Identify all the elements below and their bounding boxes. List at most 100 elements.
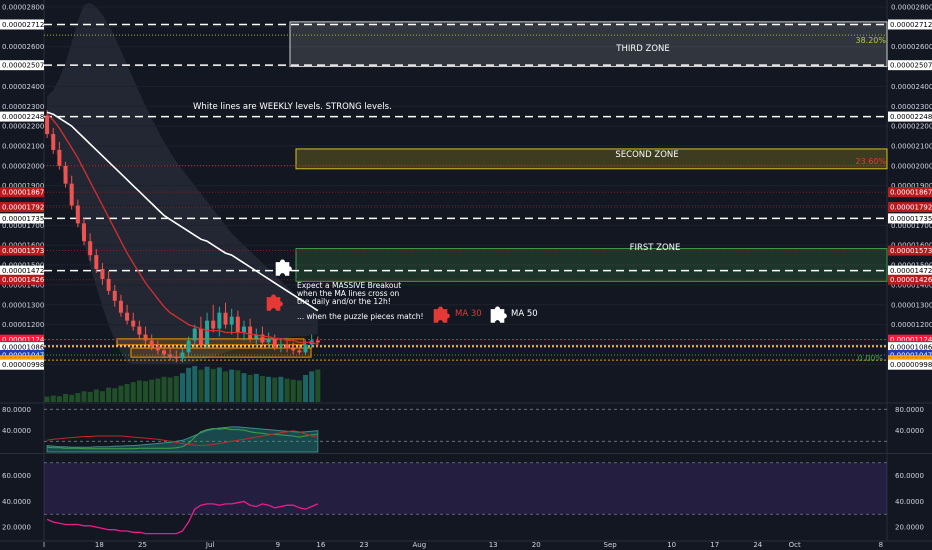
volume-bar: [167, 377, 173, 402]
time-tick-label: 13: [489, 541, 498, 549]
right-price-badge-label: 0.00002507: [890, 62, 932, 70]
volume-bar: [56, 396, 62, 402]
candle-body: [229, 316, 234, 325]
candle-body: [57, 149, 62, 166]
left-price-tick-label: 0.00002600: [2, 43, 44, 51]
second-zone-box: [295, 148, 888, 170]
fib-0-label: 0.00%: [858, 354, 884, 363]
left-price-tick-label: 0.00002800: [2, 4, 44, 12]
time-tick-label: 17: [710, 541, 719, 549]
candle-body: [241, 326, 246, 333]
candle-body: [186, 340, 191, 353]
volume-bar: [229, 369, 235, 402]
candle-body: [315, 340, 320, 343]
volume-bar: [266, 376, 272, 402]
candle-body: [297, 350, 302, 353]
time-tick-label: 25: [138, 541, 147, 549]
adx-tick-label-left: 40.0000: [2, 427, 31, 435]
left-price-badge-label: 0.00001792: [2, 204, 44, 212]
candle-body: [235, 316, 240, 333]
fib-38-label: 38.20%: [855, 36, 886, 45]
candle-body: [223, 312, 228, 325]
left-price-tick-label: 0.00002000: [2, 162, 44, 170]
adx-tick-label-right: 40.0000: [895, 427, 924, 435]
time-tick-label: 18: [95, 541, 104, 549]
rsi-tick-label-right: 20.0000: [895, 524, 924, 532]
candle-body: [168, 354, 173, 357]
right-price-badge-label: 0.00001792: [890, 204, 932, 212]
third-zone-label: THIRD ZONE: [615, 44, 670, 54]
time-tick-label: Sep: [604, 541, 618, 549]
time-tick-label: Jul: [205, 541, 215, 549]
candle-body: [180, 352, 185, 359]
breakout-note-line3: the daily and/or the 12h!: [297, 297, 391, 306]
time-tick-label: 8: [879, 541, 883, 549]
right-price-badge-label: 0.00001573: [890, 247, 932, 255]
candle-body: [211, 320, 216, 329]
puzzle-note: ... when the puzzle pieces match!: [297, 312, 424, 321]
volume-bar: [155, 378, 161, 402]
right-price-tick-label: 0.00001300: [891, 301, 932, 309]
candle-body: [303, 344, 308, 353]
volume-bar: [303, 375, 309, 402]
candle-body: [69, 183, 74, 206]
right-price-tick-label: 0.00002000: [891, 162, 932, 170]
candle-body: [51, 134, 56, 150]
volume-bar: [247, 375, 253, 402]
volume-bar: [112, 388, 118, 402]
candle-body: [174, 356, 179, 359]
candle-body: [278, 344, 283, 347]
time-tick-label: 23: [360, 541, 369, 549]
candle-body: [63, 165, 68, 184]
right-price-tick-label: 0.00002300: [891, 103, 932, 111]
weekly-levels-note: White lines are WEEKLY levels. STRONG le…: [193, 102, 392, 112]
right-price-tick-label: 0.00001200: [891, 321, 932, 329]
left-price-badge-label: 0.00002248: [2, 113, 44, 121]
left-price-badge-label: 0.00001426: [2, 276, 45, 284]
volume-bar: [284, 378, 290, 402]
time-tick-label: I: [43, 541, 45, 549]
volume-bar: [186, 367, 192, 402]
left-price-tick-label: 0.00002200: [2, 123, 44, 131]
rsi-band: [44, 462, 887, 515]
volume-bar: [173, 376, 179, 402]
candle-body: [75, 205, 80, 224]
left-price-badge-label: 0.00002507: [2, 62, 44, 70]
rsi-tick-label-left: 40.0000: [2, 498, 31, 506]
volume-bar: [223, 371, 229, 402]
right-price-badge-label: 0.00001735: [890, 215, 932, 223]
candle-body: [248, 326, 253, 339]
candle-body: [137, 326, 142, 335]
rsi-tick-label-right: 40.0000: [895, 498, 924, 506]
volume-bar: [235, 370, 241, 402]
adx-tick-label-right: 80.0000: [895, 406, 924, 414]
volume-bar: [253, 373, 259, 402]
chart-canvas: THIRD ZONE SECOND ZONE FIRST ZONE 38.20%…: [0, 0, 932, 550]
right-price-tick-label: 0.00002800: [891, 4, 932, 12]
time-tick-label: Oct: [789, 541, 801, 549]
time-tick-label: 16: [316, 541, 325, 549]
candle-body: [100, 269, 105, 279]
volume-bar: [118, 385, 124, 402]
volume-bar: [136, 380, 142, 402]
candle-body: [118, 300, 123, 313]
candle-body: [192, 328, 197, 341]
volume-bar: [259, 376, 265, 402]
candle-body: [106, 278, 111, 291]
candle-body: [291, 348, 296, 351]
volume-bar: [44, 396, 50, 402]
left-price-tick-label: 0.00002100: [2, 142, 44, 150]
right-price-tick-label: 0.00002200: [891, 123, 932, 131]
third-zone-box: [289, 21, 888, 68]
left-price-badge-label: 0.00000998: [2, 361, 44, 369]
volume-bar: [179, 373, 185, 402]
volume-bar: [210, 368, 216, 402]
time-tick-label: Aug: [413, 541, 427, 549]
time-tick-label: 10: [667, 541, 676, 549]
right-price-badge-label: 0.00000998: [890, 361, 932, 369]
candle-body: [198, 328, 203, 345]
adx-tick-label-left: 80.0000: [2, 406, 31, 414]
time-tick-label: 9: [276, 541, 280, 549]
candle-body: [149, 340, 154, 347]
candle-body: [272, 338, 277, 347]
